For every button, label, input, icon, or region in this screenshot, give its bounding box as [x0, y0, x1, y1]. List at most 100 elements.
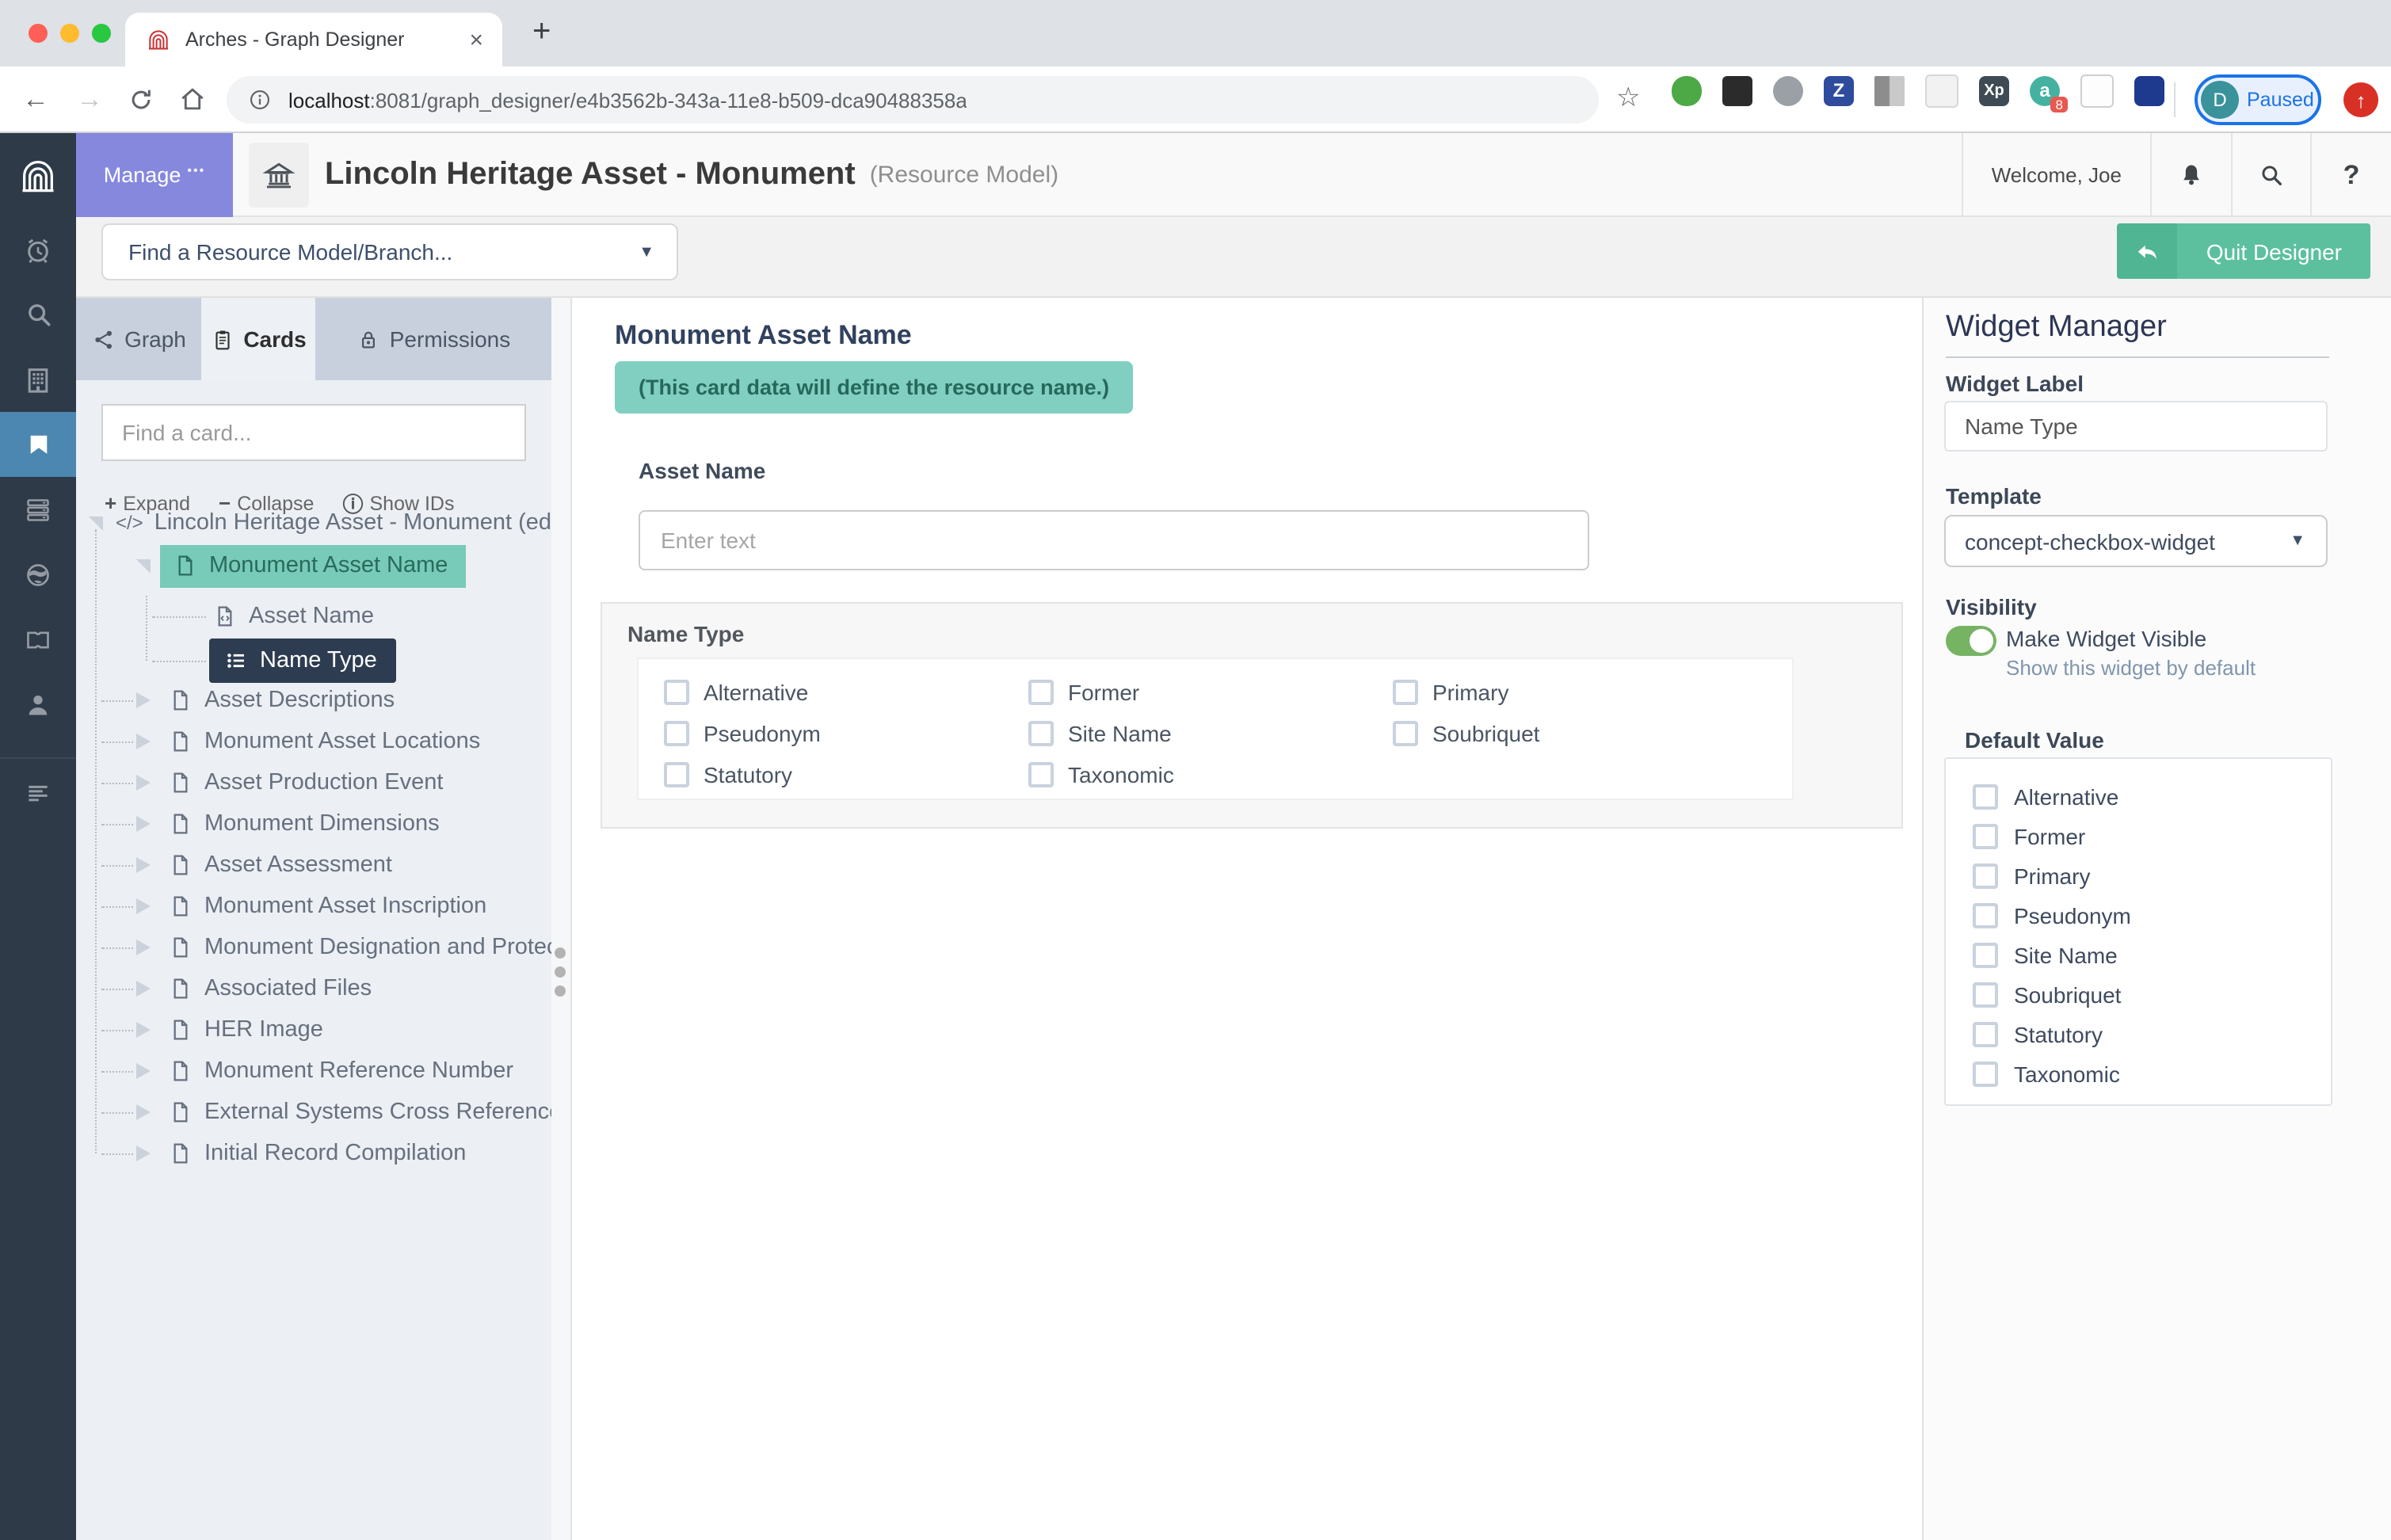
- sidebar-item-graph-designer[interactable]: [0, 412, 76, 477]
- evernote-extension-icon[interactable]: [1672, 76, 1702, 106]
- tab-permissions[interactable]: Permissions: [315, 298, 551, 380]
- tree-card[interactable]: Monument Asset Locations: [76, 721, 480, 762]
- widget-label-input[interactable]: [1944, 401, 2328, 452]
- default-option[interactable]: Alternative: [1973, 776, 2331, 816]
- tree-card[interactable]: Monument Asset Inscription: [76, 886, 486, 927]
- profile-button[interactable]: D Paused: [2195, 74, 2321, 125]
- reload-icon[interactable]: [127, 86, 155, 114]
- new-tab-button[interactable]: +: [532, 14, 551, 51]
- browser-tab[interactable]: Arches - Graph Designer ×: [125, 13, 502, 67]
- asset-name-input[interactable]: [639, 510, 1589, 570]
- checkbox-icon[interactable]: [1973, 863, 1998, 888]
- sidebar-item-functions[interactable]: [0, 607, 76, 672]
- checkbox-icon[interactable]: [1973, 783, 1998, 809]
- checkbox-icon[interactable]: [1393, 680, 1418, 705]
- checkbox-option[interactable]: Taxonomic: [1028, 754, 1393, 795]
- globe-extension-icon[interactable]: [2134, 76, 2164, 106]
- default-option[interactable]: Former: [1973, 816, 2331, 856]
- update-browser-icon[interactable]: ↑: [2343, 82, 2378, 117]
- tab-graph[interactable]: Graph: [76, 298, 201, 380]
- checkbox-option[interactable]: Soubriquet: [1393, 713, 1757, 754]
- visibility-toggle[interactable]: [1946, 626, 1996, 656]
- arches-logo[interactable]: [0, 133, 76, 217]
- xp-extension-icon[interactable]: Xp: [1979, 76, 2009, 106]
- expander-icon[interactable]: [136, 734, 151, 749]
- default-option[interactable]: Pseudonym: [1973, 895, 2331, 935]
- expander-icon[interactable]: [136, 1063, 151, 1079]
- expander-open-icon[interactable]: [136, 558, 151, 573]
- expander-icon[interactable]: [136, 981, 151, 997]
- annotator-extension-icon[interactable]: a8: [2030, 76, 2068, 112]
- home-icon[interactable]: [177, 84, 208, 114]
- default-option[interactable]: Site Name: [1973, 935, 2331, 974]
- sidebar-item-map-layers[interactable]: [0, 542, 76, 607]
- expander-icon[interactable]: [136, 898, 151, 914]
- traffic-minimize-icon[interactable]: [60, 24, 79, 43]
- checkbox-option[interactable]: Former: [1028, 672, 1393, 713]
- expander-icon[interactable]: [136, 1104, 151, 1120]
- welcome-user[interactable]: Welcome, Joe: [1961, 133, 2150, 217]
- expander-icon[interactable]: [136, 775, 151, 791]
- tree-card[interactable]: Monument Reference Number: [76, 1050, 513, 1092]
- checkbox-option[interactable]: Statutory: [664, 754, 1028, 795]
- sidebar-item-provisional[interactable]: [0, 347, 76, 412]
- expander-icon[interactable]: [136, 940, 151, 955]
- tree-card[interactable]: Asset Assessment: [76, 844, 392, 886]
- sidebar-item-profile[interactable]: [0, 672, 76, 737]
- checkbox-icon[interactable]: [1028, 762, 1054, 787]
- help-button[interactable]: ?: [2310, 133, 2391, 217]
- find-model-dropdown[interactable]: Find a Resource Model/Branch... ▼: [101, 223, 678, 280]
- tree-card[interactable]: External Systems Cross Reference: [76, 1092, 551, 1133]
- sidebar-item-logs[interactable]: [0, 759, 76, 824]
- geojson-extension-icon[interactable]: [1925, 74, 1958, 108]
- checkbox-option[interactable]: Pseudonym: [664, 713, 1028, 754]
- tree-card[interactable]: Initial Record Compilation: [76, 1133, 466, 1174]
- site-info-icon[interactable]: [247, 87, 273, 112]
- checkbox-icon[interactable]: [1393, 721, 1418, 746]
- expander-icon[interactable]: [136, 857, 151, 873]
- expander-icon[interactable]: [136, 1022, 151, 1038]
- tree-card[interactable]: Monument Dimensions: [76, 803, 440, 844]
- checkbox-icon[interactable]: [1973, 902, 1998, 928]
- tab-close-icon[interactable]: ×: [469, 26, 483, 53]
- lasso-extension-icon[interactable]: [2080, 74, 2114, 108]
- checkbox-icon[interactable]: [1028, 680, 1054, 705]
- traffic-zoom-icon[interactable]: [92, 24, 111, 43]
- tree-card[interactable]: Asset Production Event: [76, 762, 443, 803]
- sidebar-item-collections[interactable]: [0, 477, 76, 542]
- checkbox-option[interactable]: Primary: [1393, 672, 1757, 713]
- tree-card[interactable]: HER Image: [76, 1009, 323, 1050]
- template-select[interactable]: concept-checkbox-widget ▼: [1944, 515, 2328, 567]
- manage-menu-button[interactable]: Manage •••: [76, 133, 233, 217]
- tree-root-row[interactable]: </> Lincoln Heritage Asset - Monument (e…: [76, 502, 551, 543]
- tree-widget-name-type-selected[interactable]: Name Type: [76, 638, 396, 683]
- search-button[interactable]: [2231, 133, 2310, 217]
- sphere-extension-icon[interactable]: [1773, 76, 1803, 106]
- checkbox-icon[interactable]: [664, 680, 689, 705]
- default-option[interactable]: Primary: [1973, 856, 2331, 895]
- tree-card[interactable]: Asset Descriptions: [76, 680, 395, 721]
- checkbox-icon[interactable]: [1973, 982, 1998, 1007]
- quit-designer-button[interactable]: Quit Designer: [2117, 223, 2370, 279]
- find-card-input[interactable]: [101, 404, 526, 461]
- tree-card[interactable]: Monument Designation and Protectio: [76, 927, 551, 968]
- checkbox-icon[interactable]: [664, 762, 689, 787]
- tree-widget-asset-name[interactable]: Asset Name: [76, 596, 374, 637]
- checkbox-icon[interactable]: [664, 721, 689, 746]
- expander-icon[interactable]: [136, 692, 151, 708]
- grid-extension-icon[interactable]: [1874, 76, 1905, 106]
- default-option[interactable]: Statutory: [1973, 1014, 2331, 1054]
- bookmark-star-icon[interactable]: ☆: [1616, 82, 1641, 114]
- default-option[interactable]: Taxonomic: [1973, 1054, 2331, 1093]
- sidebar-item-recent[interactable]: [0, 217, 76, 282]
- zotero-extension-icon[interactable]: Z: [1824, 76, 1854, 106]
- traffic-close-icon[interactable]: [29, 24, 48, 43]
- default-option[interactable]: Soubriquet: [1973, 974, 2331, 1014]
- tree-card-selected[interactable]: Monument Asset Name: [76, 544, 466, 587]
- plug-extension-icon[interactable]: [1722, 76, 1752, 106]
- tab-cards[interactable]: Cards: [201, 298, 315, 380]
- checkbox-icon[interactable]: [1973, 1021, 1998, 1046]
- panel-resize-handle[interactable]: [551, 298, 572, 1540]
- tree-card[interactable]: Associated Files: [76, 968, 372, 1009]
- checkbox-icon[interactable]: [1973, 823, 1998, 848]
